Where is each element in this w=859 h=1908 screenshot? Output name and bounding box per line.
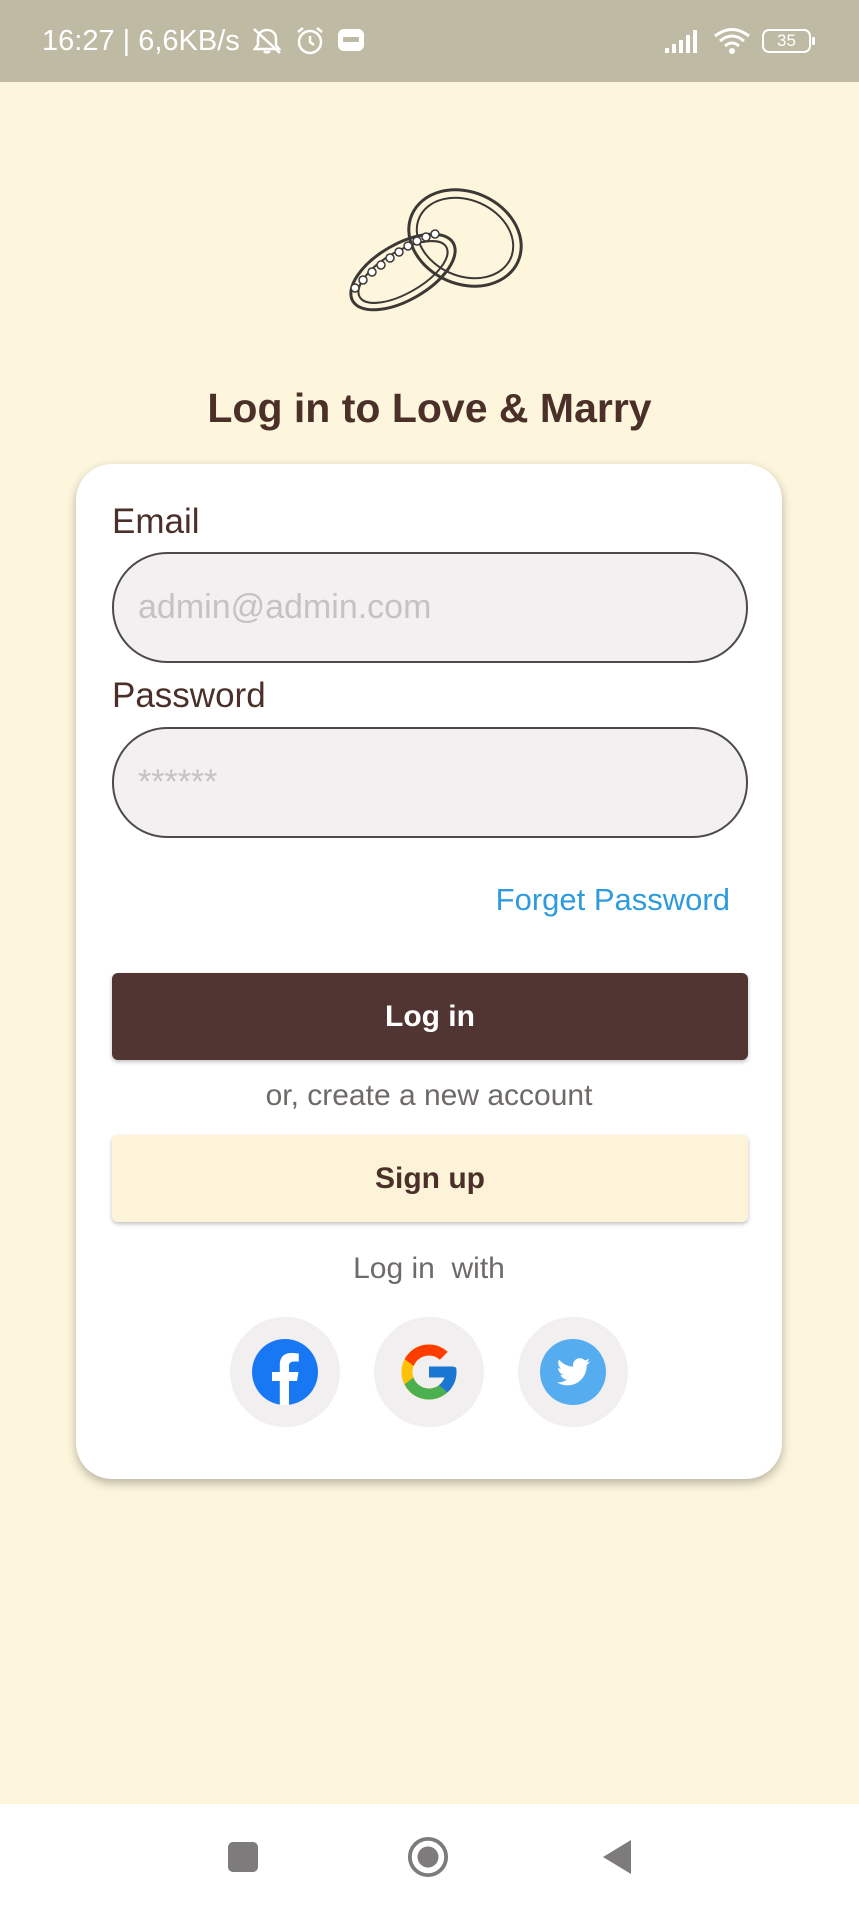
email-label: Email <box>112 502 200 541</box>
status-time-speed: 16:27 | 6,6KB/s <box>42 24 240 57</box>
wedding-rings-icon <box>325 170 535 330</box>
navigation-bar <box>0 1804 859 1908</box>
twitter-login-button[interactable] <box>518 1317 628 1427</box>
email-field[interactable] <box>112 552 748 663</box>
login-card: Email Password Forget Password Log in or… <box>76 464 782 1479</box>
zalo-icon <box>336 27 366 55</box>
create-account-text: or, create a new account <box>265 1079 593 1112</box>
square-icon <box>228 1842 258 1872</box>
password-label: Password <box>112 676 266 715</box>
status-bar: 16:27 | 6,6KB/s 35 <box>0 0 859 82</box>
google-icon <box>396 1339 462 1405</box>
battery-icon: 35 <box>761 28 817 54</box>
mute-icon <box>250 26 284 56</box>
status-right: 35 <box>663 27 817 55</box>
circle-icon <box>407 1836 449 1878</box>
back-button[interactable] <box>596 1836 638 1878</box>
battery-level: 35 <box>777 31 796 50</box>
facebook-icon <box>252 1339 318 1405</box>
alarm-icon <box>294 26 326 56</box>
google-login-button[interactable] <box>374 1317 484 1427</box>
login-screen: 16:27 | 6,6KB/s 35 Log in to Love & Marr… <box>0 0 859 1908</box>
signup-button[interactable]: Sign up <box>112 1135 748 1222</box>
wifi-icon <box>713 27 751 55</box>
recents-button[interactable] <box>222 1836 264 1878</box>
signal-icon <box>663 28 703 54</box>
login-button[interactable]: Log in <box>112 973 748 1060</box>
page-title: Log in to Love & Marry <box>207 385 652 431</box>
status-left: 16:27 | 6,6KB/s <box>42 25 366 58</box>
login-with-text: Log in with <box>353 1252 505 1285</box>
twitter-icon <box>540 1339 606 1405</box>
back-triangle-icon <box>603 1840 631 1874</box>
password-field[interactable] <box>112 727 748 838</box>
home-button[interactable] <box>407 1836 449 1878</box>
facebook-login-button[interactable] <box>230 1317 340 1427</box>
forget-password-link[interactable]: Forget Password <box>496 882 730 918</box>
